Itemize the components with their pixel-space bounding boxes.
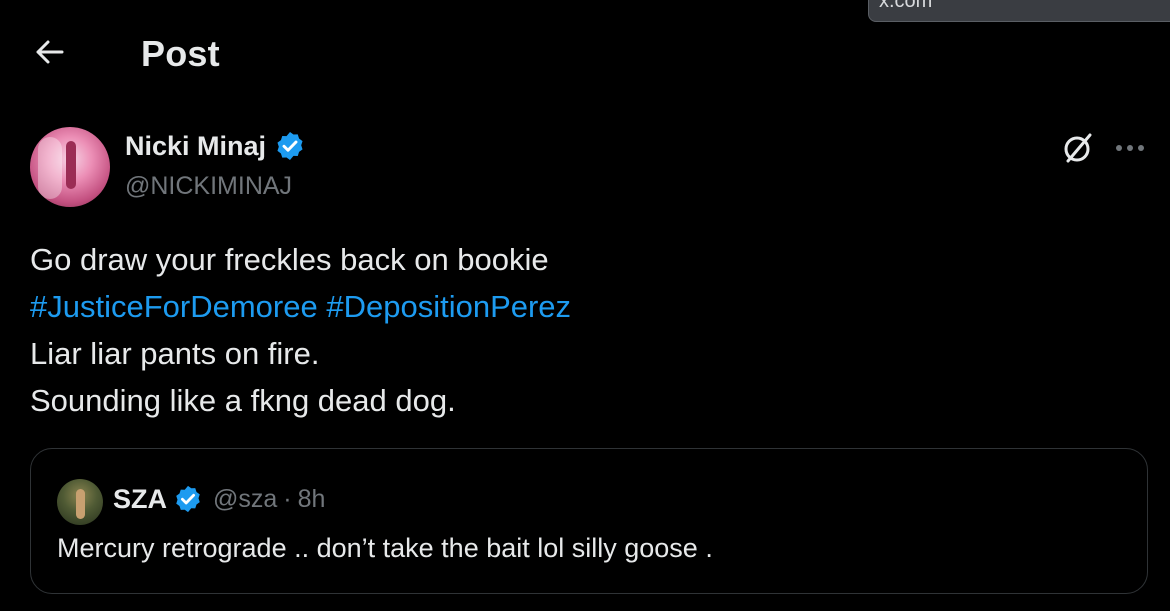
quoted-post-card[interactable]: SZA @sza · 8h Mercury retrograde .. don’… <box>30 448 1148 594</box>
post-text: Go draw your freckles back on bookie #Ju… <box>30 236 571 424</box>
post-text-line: Sounding like a fkng dead dog. <box>30 383 456 418</box>
post-hashtag-line: #JusticeForDemoree #DepositionPerez <box>30 283 571 330</box>
verified-badge-icon <box>274 130 306 162</box>
post-text-line: Liar liar pants on fire. <box>30 336 320 371</box>
author-name-row[interactable]: Nicki Minaj <box>125 130 306 162</box>
post-header: Post <box>0 0 1170 106</box>
verified-badge-icon <box>173 484 203 514</box>
grok-button[interactable] <box>1058 130 1098 170</box>
quote-author-avatar[interactable] <box>57 479 103 525</box>
quote-timestamp[interactable]: 8h <box>298 485 326 514</box>
quote-separator: · <box>283 484 292 513</box>
author-display-name[interactable]: Nicki Minaj <box>125 131 266 162</box>
back-button[interactable] <box>30 36 70 72</box>
hashtag-link[interactable]: #JusticeForDemoree <box>30 289 318 324</box>
more-dots-icon <box>1115 139 1145 157</box>
quote-text: Mercury retrograde .. don’t take the bai… <box>57 533 713 563</box>
quote-author-handle[interactable]: @sza <box>213 485 277 514</box>
hashtag-link[interactable]: #DepositionPerez <box>326 289 571 324</box>
quote-author-row: SZA @sza · 8h <box>113 481 325 517</box>
page-title: Post <box>141 33 220 74</box>
more-options-button[interactable] <box>1110 130 1150 166</box>
quote-author-display-name[interactable]: SZA <box>113 484 167 515</box>
post-text-line: Go draw your freckles back on bookie <box>30 242 549 277</box>
author-handle[interactable]: @NICKIMINAJ <box>125 172 292 201</box>
author-avatar[interactable] <box>30 127 110 207</box>
arrow-left-icon <box>35 39 65 70</box>
grok-icon <box>1060 130 1096 171</box>
